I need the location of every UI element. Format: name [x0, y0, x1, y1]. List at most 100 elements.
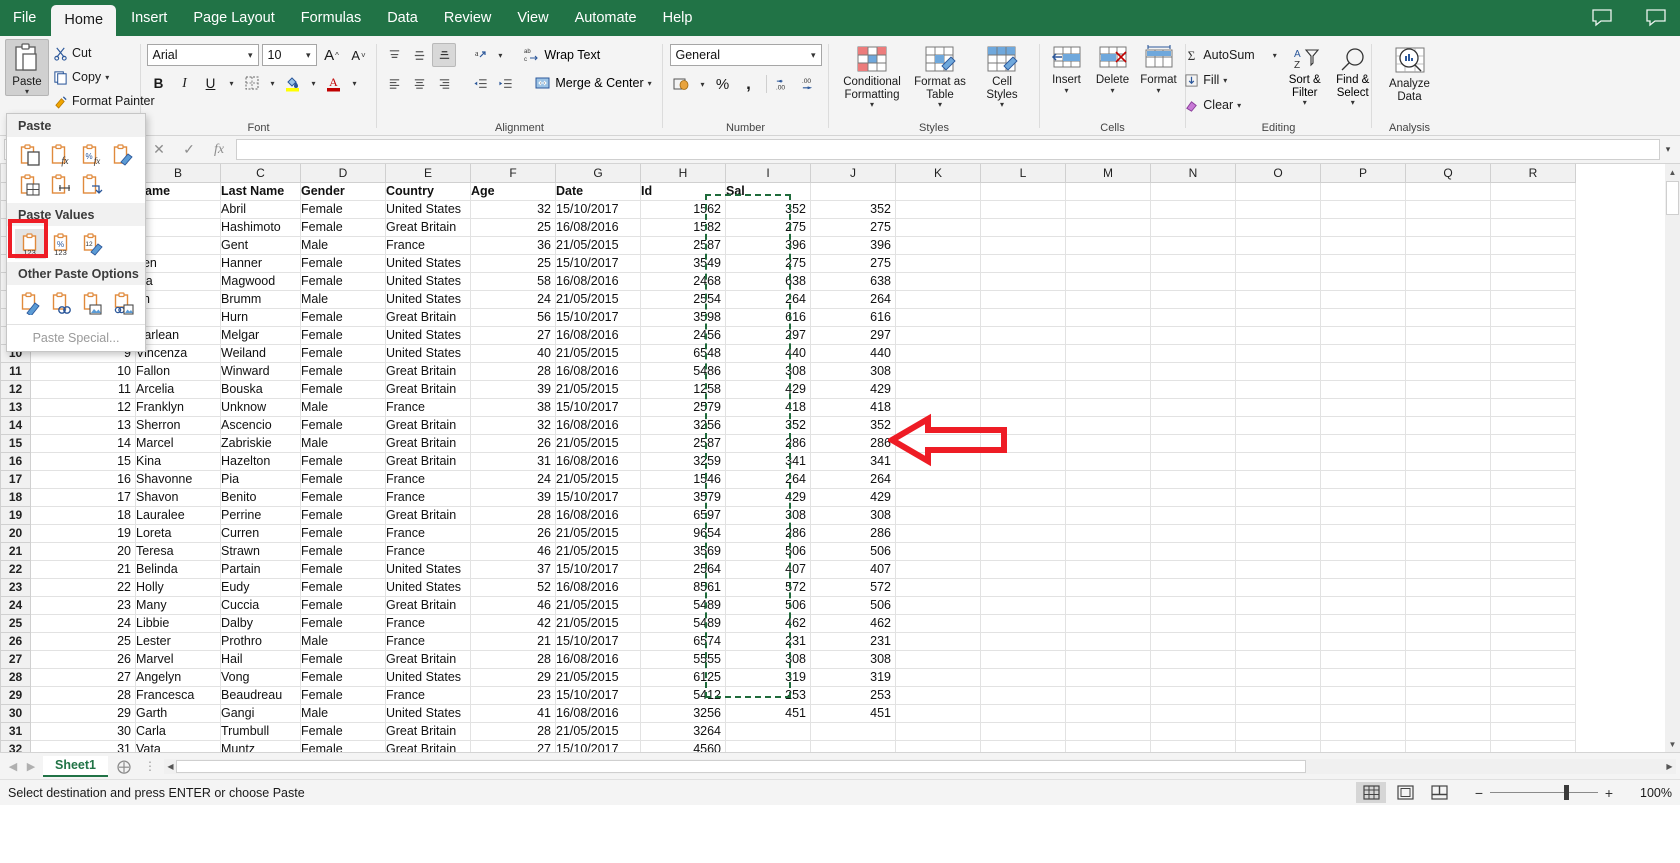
cell-H24[interactable]: 5489 — [640, 596, 726, 615]
cell-empty[interactable] — [1235, 434, 1321, 453]
cell-I10[interactable]: 440 — [725, 344, 811, 363]
cell-empty[interactable] — [1065, 704, 1151, 723]
cell-E19[interactable]: Great Britain — [385, 506, 471, 525]
cell-D11[interactable]: Female — [300, 362, 386, 381]
cell-empty[interactable] — [980, 272, 1066, 291]
cell-empty[interactable] — [1320, 506, 1406, 525]
cell-C21[interactable]: Strawn — [220, 542, 301, 561]
cell-I22[interactable]: 407 — [725, 560, 811, 579]
cell-empty[interactable] — [980, 704, 1066, 723]
cell-B11[interactable]: Fallon — [135, 362, 221, 381]
cell-D3[interactable]: Female — [300, 218, 386, 237]
paste-option-formulas[interactable]: fx — [46, 140, 77, 170]
column-header-k[interactable]: K — [895, 164, 981, 183]
cell-G11[interactable]: 16/08/2016 — [555, 362, 641, 381]
cell-empty[interactable] — [1235, 452, 1321, 471]
cell-empty[interactable] — [1490, 632, 1576, 651]
cell-F25[interactable]: 42 — [470, 614, 556, 633]
cell-B25[interactable]: Libbie — [135, 614, 221, 633]
column-header-h[interactable]: H — [640, 164, 726, 183]
italic-button[interactable]: I — [173, 71, 197, 95]
ribbon-tab-automate[interactable]: Automate — [562, 0, 650, 36]
cell-E25[interactable]: France — [385, 614, 471, 633]
cell-C26[interactable]: Prothro — [220, 632, 301, 651]
cell-E8[interactable]: Great Britain — [385, 308, 471, 327]
vertical-scrollbar-thumb[interactable] — [1666, 181, 1679, 215]
format-cells-caret[interactable]: ▾ — [1156, 86, 1160, 94]
cell-H20[interactable]: 9654 — [640, 524, 726, 543]
align-top-button[interactable] — [382, 43, 406, 67]
cell-empty[interactable] — [980, 452, 1066, 471]
cell-C30[interactable]: Gangi — [220, 704, 301, 723]
cell-empty[interactable] — [1065, 308, 1151, 327]
cell-D9[interactable]: Female — [300, 326, 386, 345]
increase-font-size-button[interactable]: A ^ — [320, 43, 344, 67]
paste-dropdown-menu[interactable]: Paste fx % fx Paste Values 123 % 123 12 … — [6, 113, 146, 352]
cell-I23[interactable]: 572 — [725, 578, 811, 597]
cell-J28[interactable]: 319 — [810, 668, 896, 687]
cell-B27[interactable]: Marvel — [135, 650, 221, 669]
cell-H28[interactable]: 6125 — [640, 668, 726, 687]
cell-empty[interactable] — [895, 362, 981, 381]
cell-D7[interactable]: Male — [300, 290, 386, 309]
column-header-e[interactable]: E — [385, 164, 471, 183]
cell-empty[interactable] — [1065, 398, 1151, 417]
paste-option-picture[interactable] — [77, 288, 108, 318]
cell-empty[interactable] — [1405, 290, 1491, 309]
ribbon-tab-home[interactable]: Home — [51, 5, 117, 36]
cell-E23[interactable]: United States — [385, 578, 471, 597]
cell-A13[interactable]: 12 — [30, 398, 136, 417]
cell-empty[interactable] — [980, 524, 1066, 543]
column-header-m[interactable]: M — [1065, 164, 1151, 183]
cell-empty[interactable] — [1490, 434, 1576, 453]
cell-empty[interactable] — [1150, 236, 1236, 255]
row-header-13[interactable]: 13 — [0, 397, 31, 417]
cell-D24[interactable]: Female — [300, 596, 386, 615]
cell-F32[interactable]: 27 — [470, 740, 556, 752]
cell-G13[interactable]: 15/10/2017 — [555, 398, 641, 417]
cell-empty[interactable] — [1065, 650, 1151, 669]
cell-empty[interactable] — [1150, 470, 1236, 489]
cell-F16[interactable]: 31 — [470, 452, 556, 471]
cell-empty[interactable] — [1065, 668, 1151, 687]
cell-empty[interactable] — [1490, 200, 1576, 219]
cell-J30[interactable]: 451 — [810, 704, 896, 723]
cell-empty[interactable] — [1405, 578, 1491, 597]
cell-I21[interactable]: 506 — [725, 542, 811, 561]
cell-D22[interactable]: Female — [300, 560, 386, 579]
cell-empty[interactable] — [1320, 578, 1406, 597]
cell-empty[interactable] — [980, 596, 1066, 615]
cell-empty[interactable] — [1320, 290, 1406, 309]
zoom-out-button[interactable]: − — [1468, 783, 1490, 803]
cell-G27[interactable]: 16/08/2016 — [555, 650, 641, 669]
cell-A21[interactable]: 20 — [30, 542, 136, 561]
cell-B5[interactable]: een — [135, 254, 221, 273]
cell-J7[interactable]: 264 — [810, 290, 896, 309]
underline-button[interactable]: U — [199, 71, 223, 95]
cell-D13[interactable]: Male — [300, 398, 386, 417]
cell-C23[interactable]: Eudy — [220, 578, 301, 597]
cell-empty[interactable] — [1405, 272, 1491, 291]
cell-F26[interactable]: 21 — [470, 632, 556, 651]
cell-A31[interactable]: 30 — [30, 722, 136, 741]
cell-empty[interactable] — [980, 632, 1066, 651]
cell-empty[interactable] — [1235, 344, 1321, 363]
cell-G21[interactable]: 21/05/2015 — [555, 542, 641, 561]
cell-F9[interactable]: 27 — [470, 326, 556, 345]
row-header-11[interactable]: 11 — [0, 361, 31, 381]
cell-styles-caret[interactable]: ▾ — [1000, 101, 1004, 109]
cell-empty[interactable] — [1150, 182, 1236, 201]
cell-A29[interactable]: 28 — [30, 686, 136, 705]
cell-empty[interactable] — [980, 254, 1066, 273]
cell-D8[interactable]: Female — [300, 308, 386, 327]
cell-H13[interactable]: 2579 — [640, 398, 726, 417]
cell-I9[interactable]: 297 — [725, 326, 811, 345]
cell-J11[interactable]: 308 — [810, 362, 896, 381]
zoom-slider[interactable]: − + — [1468, 783, 1620, 803]
fill-color-dropdown[interactable]: ▾ — [307, 71, 320, 95]
cell-D27[interactable]: Female — [300, 650, 386, 669]
row-header-21[interactable]: 21 — [0, 541, 31, 561]
cell-B24[interactable]: Many — [135, 596, 221, 615]
cell-C10[interactable]: Weiland — [220, 344, 301, 363]
cell-F20[interactable]: 26 — [470, 524, 556, 543]
